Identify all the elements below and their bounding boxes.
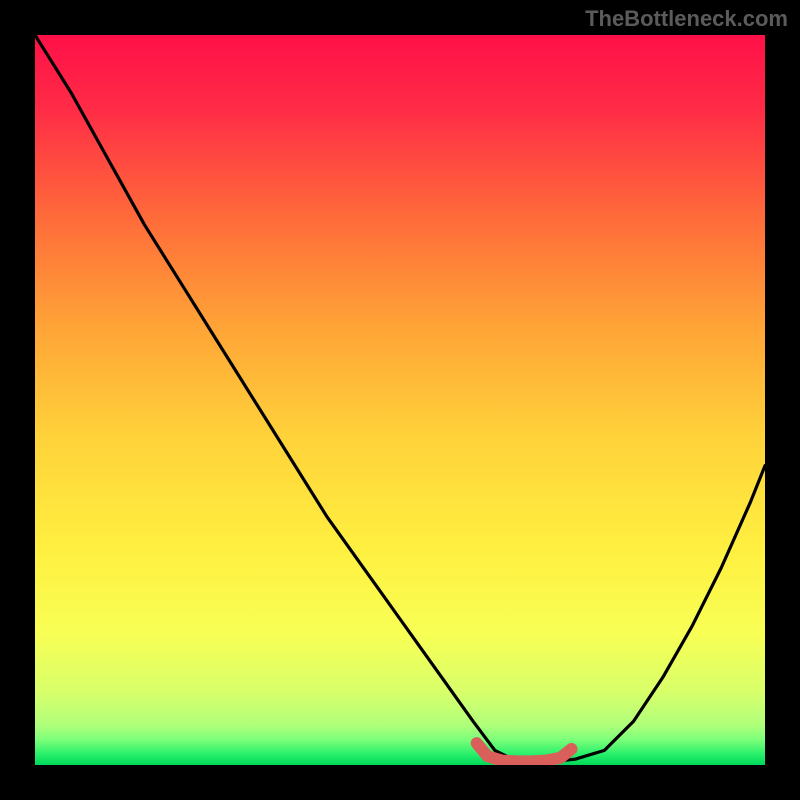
chart-svg bbox=[35, 35, 765, 765]
gradient-background bbox=[35, 35, 765, 765]
watermark-label: TheBottleneck.com bbox=[585, 6, 788, 32]
chart-container: TheBottleneck.com bbox=[0, 0, 800, 800]
plot-area bbox=[35, 35, 765, 765]
